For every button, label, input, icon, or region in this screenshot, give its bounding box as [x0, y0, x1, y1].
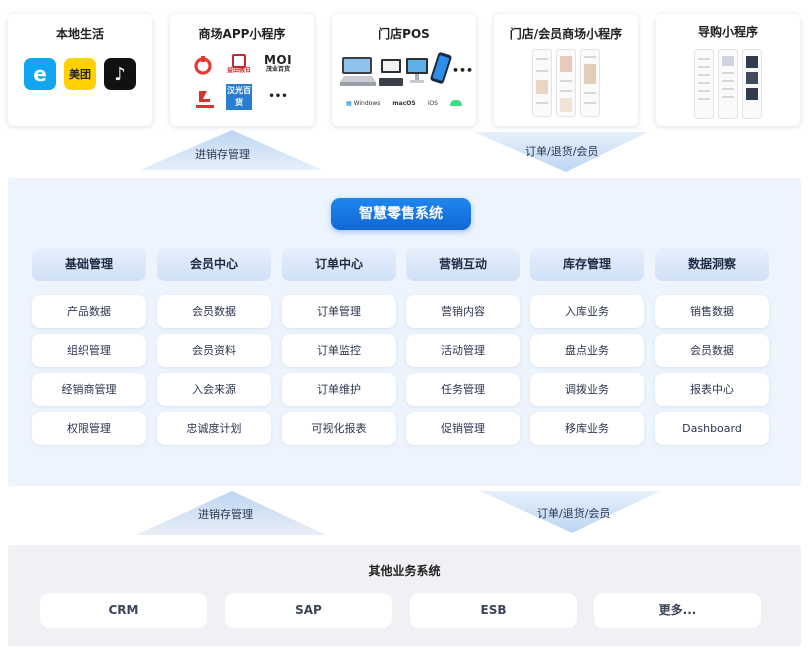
module-header: 订单中心 — [282, 248, 396, 281]
module-header: 库存管理 — [530, 248, 644, 281]
card-title: 导购小程序 — [697, 25, 758, 39]
flow-label-orders: 订单/退货/会员 — [537, 507, 611, 520]
meituan-icon: 美团 — [64, 58, 96, 90]
module-item: 入会来源 — [157, 373, 271, 406]
module-item: 任务管理 — [406, 373, 520, 406]
system-item-more: 更多... — [594, 593, 761, 628]
pos-monitor-icon — [406, 58, 428, 83]
pos-terminal-icon — [340, 57, 376, 86]
module-item: 移库业务 — [530, 412, 644, 445]
phone-screen — [580, 49, 600, 117]
android-icon — [449, 100, 462, 108]
module-item: 可视化报表 — [282, 412, 396, 445]
module-header: 会员中心 — [157, 248, 271, 281]
card-mall-app: 商场APP小程序 益田假日 MOI 茂业百货 汉光百货 ••• — [170, 14, 314, 126]
card-title: 门店POS — [378, 27, 430, 41]
module-item: 订单管理 — [282, 295, 396, 328]
module-item: 促销管理 — [406, 412, 520, 445]
phone-screen — [556, 49, 576, 117]
module-column: 订单中心 订单管理 订单监控 订单维护 可视化报表 — [282, 248, 396, 445]
module-item: 入库业务 — [530, 295, 644, 328]
ring-logo-icon — [194, 56, 212, 75]
phone-screen — [718, 49, 738, 119]
system-item-crm: CRM — [40, 593, 207, 628]
system-item-esb: ESB — [410, 593, 577, 628]
module-item: 权限管理 — [32, 412, 146, 445]
card-member-mini-program: 门店/会员商场小程序 — [494, 14, 638, 126]
card-title: 本地生活 — [55, 27, 104, 41]
module-column: 基础管理 产品数据 组织管理 经销商管理 权限管理 — [32, 248, 146, 445]
module-item: 盘点业务 — [530, 334, 644, 367]
module-item: 会员数据 — [157, 295, 271, 328]
other-systems-title: 其他业务系统 — [368, 564, 441, 578]
module-header: 基础管理 — [32, 248, 146, 281]
os-logo-row: ▦ Windows macOS iOS — [346, 100, 462, 108]
module-item: 营销内容 — [406, 295, 520, 328]
phone-screen — [742, 49, 762, 119]
phone-screen — [694, 49, 714, 119]
windows-icon: ▦ Windows — [346, 100, 381, 107]
douyin-icon: ♪ — [104, 58, 136, 90]
module-item: 会员数据 — [655, 334, 769, 367]
app-icon-row: e 美团 ♪ — [24, 58, 136, 90]
moi-logo: MOI 茂业百货 — [263, 53, 293, 73]
more-icon: ••• — [452, 64, 474, 77]
apple-icon: iOS — [427, 100, 438, 107]
module-item: 订单监控 — [282, 334, 396, 367]
system-item-sap: SAP — [225, 593, 392, 628]
card-title: 商场APP小程序 — [198, 27, 286, 41]
module-item: 订单维护 — [282, 373, 396, 406]
flow-label-inventory: 进销存管理 — [195, 148, 250, 161]
flow-label-inventory: 进销存管理 — [198, 508, 253, 521]
module-header: 数据洞察 — [655, 248, 769, 281]
module-item: 会员资料 — [157, 334, 271, 367]
top-flow-arrows — [140, 130, 648, 172]
module-item: 活动管理 — [406, 334, 520, 367]
system-title: 智慧零售系统 — [331, 198, 471, 230]
card-store-pos: 门店POS ••• ▦ Windows macOS iOS — [332, 14, 476, 126]
channel-row: 本地生活 e 美团 ♪ 商场APP小程序 益田假日 MOI 茂业百货 汉光百货 … — [8, 14, 801, 126]
module-item: 销售数据 — [655, 295, 769, 328]
module-item: Dashboard — [655, 412, 769, 445]
pos-devices: ••• — [332, 52, 476, 92]
tablet-icon — [430, 52, 452, 84]
card-title: 门店/会员商场小程序 — [509, 27, 623, 41]
macos-label: macOS — [392, 100, 416, 107]
eleme-icon: e — [24, 58, 56, 90]
module-column: 库存管理 入库业务 盘点业务 调拨业务 移库业务 — [530, 248, 644, 445]
module-header: 营销互动 — [406, 248, 520, 281]
smart-retail-panel: 智慧零售系统 基础管理 产品数据 组织管理 经销商管理 权限管理 会员中心 会员… — [8, 178, 801, 486]
other-systems-panel: 其他业务系统 CRM SAP ESB 更多... — [8, 545, 801, 646]
module-item: 经销商管理 — [32, 373, 146, 406]
module-item: 调拨业务 — [530, 373, 644, 406]
bottom-flow-arrows — [136, 491, 660, 535]
yitian-logo: 益田假日 — [224, 54, 254, 74]
module-item: 组织管理 — [32, 334, 146, 367]
module-column: 营销互动 营销内容 活动管理 任务管理 促销管理 — [406, 248, 520, 445]
module-column: 会员中心 会员数据 会员资料 入会来源 忠诚度计划 — [157, 248, 271, 445]
card-guide-mini-program: 导购小程序 — [656, 14, 800, 126]
module-item: 忠诚度计划 — [157, 412, 271, 445]
module-item: 产品数据 — [32, 295, 146, 328]
card-local-life: 本地生活 e 美团 ♪ — [8, 14, 152, 126]
hanguang-logo: 汉光百货 — [226, 84, 252, 110]
mall-logo-grid: 益田假日 MOI 茂业百货 汉光百货 ••• — [190, 54, 294, 116]
pos-register-icon — [379, 59, 403, 86]
module-item: 报表中心 — [655, 373, 769, 406]
red-brand-logo-icon — [196, 91, 214, 108]
more-icon: ••• — [268, 91, 288, 102]
flow-label-orders: 订单/退货/会员 — [525, 145, 599, 158]
phone-screen — [532, 49, 552, 117]
module-column: 数据洞察 销售数据 会员数据 报表中心 Dashboard — [655, 248, 769, 445]
